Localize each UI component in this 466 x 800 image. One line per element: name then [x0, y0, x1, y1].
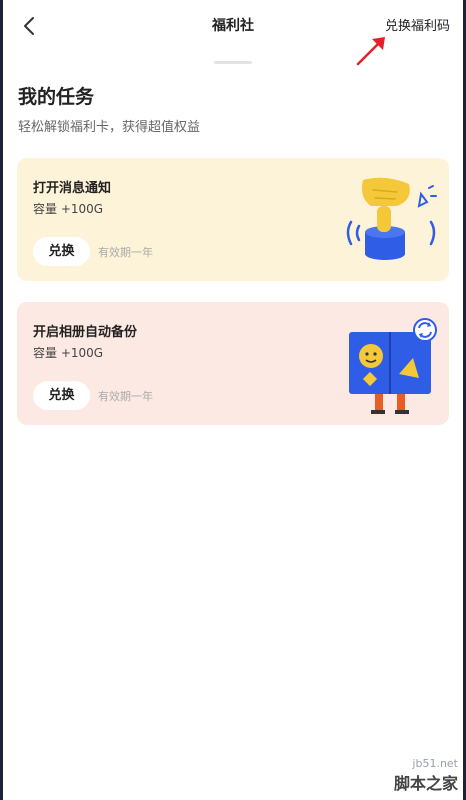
task-title: 打开消息通知 [33, 181, 112, 196]
task-card-album-backup: 开启相册自动备份 容量 +100G 兑换 有效期一年 [17, 302, 449, 425]
task-validity: 有效期一年 [98, 390, 153, 403]
task-card-notification: 打开消息通知 容量 +100G 兑换 有效期一年 [17, 158, 449, 281]
task-validity: 有效期一年 [98, 246, 153, 259]
watermark-url: jb51.net [412, 757, 458, 770]
drag-indicator [214, 61, 252, 64]
section-title: 我的任务 [18, 86, 95, 108]
redeem-code-link[interactable]: 兑换福利码 [385, 15, 450, 34]
redeem-button[interactable]: 兑换 [33, 381, 90, 410]
watermark: jb51.net 脚本之家 [394, 757, 458, 794]
section-subtitle: 轻松解锁福利卡，获得超值权益 [18, 120, 201, 135]
task-capacity: 容量 +100G [33, 202, 104, 216]
task-capacity: 容量 +100G [33, 346, 104, 360]
redeem-button[interactable]: 兑换 [33, 237, 90, 266]
top-navigation-bar: 福利社 兑换福利码 [0, 0, 466, 52]
window-frame-left [0, 0, 3, 800]
photo-album-backup-icon [349, 318, 437, 414]
notification-bell-icon [346, 177, 437, 260]
annotation-arrow-icon [356, 37, 385, 66]
task-title: 开启相册自动备份 [33, 325, 138, 340]
watermark-site: 脚本之家 [393, 774, 458, 793]
